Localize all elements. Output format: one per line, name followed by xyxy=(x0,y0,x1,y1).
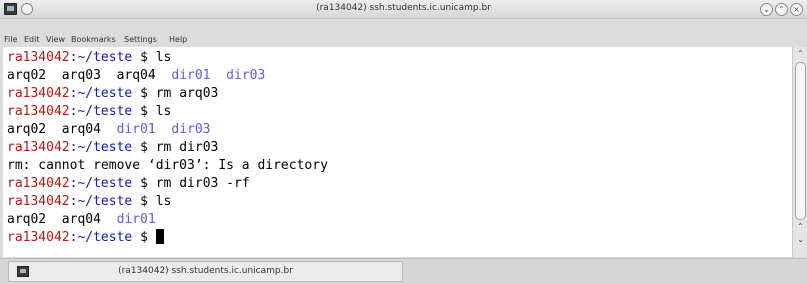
prompt-symbol: $ xyxy=(132,176,156,191)
maximize-icon[interactable]: ⌃ xyxy=(775,3,788,16)
menu-view[interactable]: View xyxy=(46,35,65,44)
directory-list: dir01 xyxy=(116,212,156,227)
error-text: rm: cannot remove ‘dir03’: Is a director… xyxy=(7,158,328,173)
prompt-symbol: $ xyxy=(132,140,156,155)
file-list: arq02 arq04 xyxy=(7,122,117,137)
tab-label: (ra134042) ssh.students.ic.unicamp.br xyxy=(118,266,293,276)
prompt-path: :~/teste xyxy=(69,50,133,65)
scroll-down-icon[interactable]: ⌄ xyxy=(795,234,806,245)
output-line: arq02 arq03 arq04 dir01 dir03 xyxy=(7,67,265,85)
close-icon[interactable]: × xyxy=(790,3,803,16)
tab-bar: (ra134042) ssh.students.ic.unicamp.br xyxy=(0,258,807,284)
prompt-symbol: $ xyxy=(132,104,156,119)
prompt-symbol: $ xyxy=(132,194,156,209)
prompt-path: :~/teste xyxy=(69,194,133,209)
menu-bookmarks[interactable]: Bookmarks xyxy=(71,35,116,44)
prompt-line: ra134042:~/teste $ ls xyxy=(7,49,171,67)
menu-bar: File Edit View Bookmarks Settings Help xyxy=(0,33,807,47)
prompt-user: ra134042 xyxy=(7,194,70,209)
command-text: ls xyxy=(155,194,172,209)
command-text: rm dir03 xyxy=(155,140,219,155)
prompt-line: ra134042:~/teste $ rm dir03 xyxy=(7,139,218,157)
command-text: ls xyxy=(155,50,172,65)
prompt-path: :~/teste xyxy=(69,104,133,119)
konsole-window: (ra134042) ssh.students.ic.unicamp.br ⌄ … xyxy=(0,0,807,284)
prompt-path: :~/teste xyxy=(69,140,133,155)
prompt-line: ra134042:~/teste $ ls xyxy=(7,103,171,121)
prompt-line: ra134042:~/teste $ rm dir03 -rf xyxy=(7,175,250,193)
prompt-user: ra134042 xyxy=(7,104,70,119)
scrollbar-thumb[interactable] xyxy=(795,62,806,220)
minimize-icon[interactable]: ⌄ xyxy=(760,3,773,16)
scroll-up-icon[interactable]: ⌃ xyxy=(795,221,806,232)
menu-edit[interactable]: Edit xyxy=(24,35,40,44)
prompt-path: :~/teste xyxy=(69,86,133,101)
prompt-path: :~/teste xyxy=(69,176,133,191)
prompt-symbol: $ xyxy=(132,230,156,245)
prompt-line: ra134042:~/teste $ rm arq03 xyxy=(7,85,218,103)
prompt-symbol: $ xyxy=(132,86,156,101)
menu-file[interactable]: File xyxy=(4,35,17,44)
prompt-user: ra134042 xyxy=(7,230,70,245)
title-bar[interactable]: (ra134042) ssh.students.ic.unicamp.br ⌄ … xyxy=(0,0,807,19)
prompt-symbol: $ xyxy=(132,50,156,65)
prompt-user: ra134042 xyxy=(7,176,70,191)
prompt-user: ra134042 xyxy=(7,140,70,155)
prompt-user: ra134042 xyxy=(7,50,70,65)
command-text: rm arq03 xyxy=(155,86,219,101)
file-list: arq02 arq03 arq04 xyxy=(7,68,172,83)
terminal-output[interactable]: ra134042:~/teste $ ls arq02 arq03 arq04 d… xyxy=(3,47,792,257)
text-cursor xyxy=(155,229,164,244)
menu-help[interactable]: Help xyxy=(169,35,187,44)
error-line: rm: cannot remove ‘dir03’: Is a director… xyxy=(7,157,328,175)
output-line: arq02 arq04 dir01 xyxy=(7,211,156,229)
directory-list: dir01 dir03 xyxy=(116,122,211,137)
command-text: ls xyxy=(155,104,172,119)
prompt-line: ra134042:~/teste $ ls xyxy=(7,193,171,211)
window-title: (ra134042) ssh.students.ic.unicamp.br xyxy=(316,3,491,13)
vertical-scrollbar[interactable]: ⌃ ⌃ ⌄ xyxy=(792,47,807,257)
scroll-up-icon[interactable]: ⌃ xyxy=(795,48,806,59)
session-tab[interactable]: (ra134042) ssh.students.ic.unicamp.br xyxy=(8,261,403,282)
prompt-line: ra134042:~/teste $ xyxy=(7,229,164,247)
command-text: rm dir03 -rf xyxy=(155,176,250,191)
menu-settings[interactable]: Settings xyxy=(124,35,157,44)
prompt-path: :~/teste xyxy=(69,230,133,245)
directory-list: dir01 dir03 xyxy=(171,68,266,83)
output-line: arq02 arq04 dir01 dir03 xyxy=(7,121,211,139)
prompt-user: ra134042 xyxy=(7,86,70,101)
file-list: arq02 arq04 xyxy=(7,212,117,227)
